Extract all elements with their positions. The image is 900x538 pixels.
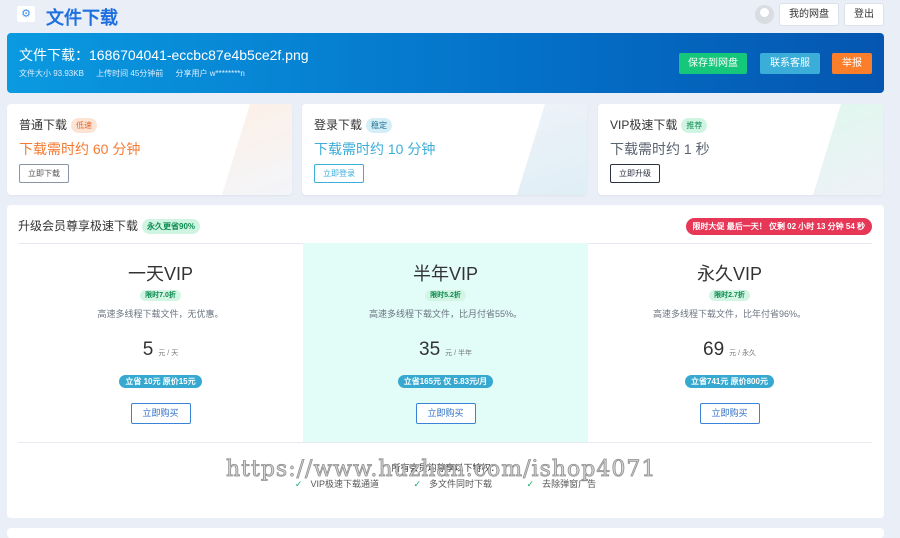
savings-badge: 立省 10元 原价15元 (119, 375, 202, 388)
download-time: 下载需时约 60 分钟 (19, 141, 141, 157)
discount-badge: 限时5.2折 (425, 290, 466, 301)
file-name-label: 文件下载： (19, 47, 89, 63)
upgrade-panel: 升级会员尊享极速下载 永久更省90% 限时大促 最后一天！ 仅剩 02 小时 13… (7, 205, 884, 518)
file-size: 文件大小 93.93KB (19, 69, 84, 78)
plan-desc: 高速多线程下载文件，无优惠。 (97, 309, 224, 319)
price-unit: 元 / 天 (158, 350, 179, 357)
perks-list: ✓ VIP极速下载通道 ✓ 多文件同时下载 ✓ 去除弹窗广告 (7, 477, 884, 490)
plan-price: 69 (703, 339, 725, 360)
plan-name: 一天VIP (127, 264, 193, 284)
card-title: 普通下载 (19, 118, 68, 132)
buy-button[interactable]: 立即购买 (130, 403, 191, 424)
speed-badge: 稳定 (366, 118, 393, 133)
save-badge: 永久更省90% (142, 219, 201, 234)
card-title: 登录下载 (314, 118, 363, 132)
plan-one-day: 一天VIP 限时7.0折 高速多线程下载文件，无优惠。 5 元 / 天 立省 10… (18, 243, 303, 442)
card-login-download: 登录下载 稳定 下载需时约 10 分钟 立即登录 (302, 104, 587, 195)
report-button[interactable]: 举报 (832, 53, 872, 74)
perk-item: ✓ VIP极速下载通道 (295, 479, 379, 489)
buy-button[interactable]: 立即购买 (415, 403, 476, 424)
logo-icon: ⚙ (17, 6, 35, 22)
promo-timer: 限时大促 最后一天！ 仅剩 02 小时 13 分钟 54 秒 (685, 218, 872, 235)
price-unit: 元 / 永久 (729, 350, 756, 357)
plan-permanent: 永久VIP 限时2.7折 高速多线程下载文件，比年付省96%。 69 元 / 永久… (587, 243, 872, 442)
login-now-button[interactable]: 立即登录 (314, 164, 364, 183)
download-time: 下载需时约 10 分钟 (314, 141, 436, 157)
perk-label: 多文件同时下载 (429, 479, 493, 489)
check-icon: ✓ (294, 479, 303, 489)
contact-support-button[interactable]: 联系客服 (760, 53, 820, 74)
my-disk-button[interactable]: 我的网盘 (779, 3, 839, 26)
card-title: VIP极速下载 (610, 118, 678, 132)
upload-time: 上传时间 45分钟前 (96, 69, 164, 78)
plan-name: 半年VIP (412, 264, 478, 284)
plan-half-year: 半年VIP 限时5.2折 高速多线程下载文件，比月付省55%。 35 元 / 半年… (303, 243, 588, 442)
divider (18, 442, 872, 443)
discount-badge: 限时2.7折 (709, 290, 750, 301)
check-icon: ✓ (526, 479, 535, 489)
perk-label: VIP极速下载通道 (310, 479, 379, 489)
savings-badge: 立省165元 仅 5.83元/月 (397, 375, 494, 388)
next-section (7, 528, 884, 538)
file-name-value: 1686704041-eccbc87e4b5ce2f.png (89, 47, 309, 63)
file-meta: 文件大小 93.93KB 上传时间 45分钟前 分享用户 w********n (19, 68, 255, 79)
file-name: 文件下载：1686704041-eccbc87e4b5ce2f.png (19, 45, 309, 65)
buy-button[interactable]: 立即购买 (699, 403, 760, 424)
save-to-disk-button[interactable]: 保存到网盘 (679, 53, 747, 74)
card-vip-download: VIP极速下载 推荐 下载需时约 1 秒 立即升级 (598, 104, 883, 195)
speed-badge: 推荐 (681, 118, 708, 133)
perks-title: 所有会员均尊享以下特权： (391, 463, 500, 473)
perk-label: 去除弹窗广告 (542, 479, 597, 489)
file-info-banner: 文件下载：1686704041-eccbc87e4b5ce2f.png 文件大小… (7, 33, 884, 93)
discount-badge: 限时7.0折 (140, 290, 181, 301)
plan-name: 永久VIP (696, 264, 762, 284)
top-header: ⚙ 文件下载 我的网盘 登出 (0, 0, 900, 28)
logout-button[interactable]: 登出 (844, 3, 884, 26)
check-icon: ✓ (413, 479, 422, 489)
plan-price: 5 (142, 339, 154, 360)
download-now-button[interactable]: 立即下载 (19, 164, 69, 183)
savings-badge: 立省741元 原价800元 (685, 375, 774, 388)
speed-badge: 低速 (71, 118, 98, 133)
plan-desc: 高速多线程下载文件，比月付省55%。 (368, 309, 522, 319)
card-normal-download: 普通下载 低速 下载需时约 60 分钟 立即下载 (7, 104, 292, 195)
perk-item: ✓ 多文件同时下载 (413, 479, 492, 489)
plan-price: 35 (419, 339, 441, 360)
plan-desc: 高速多线程下载文件，比年付省96%。 (652, 309, 806, 319)
upgrade-title: 升级会员尊享极速下载 (18, 219, 139, 233)
price-unit: 元 / 半年 (445, 350, 472, 357)
download-time: 下载需时约 1 秒 (610, 141, 710, 157)
page-title: 文件下载 (46, 8, 118, 28)
upgrade-now-button[interactable]: 立即升级 (610, 164, 660, 183)
avatar[interactable] (755, 5, 774, 24)
perk-item: ✓ 去除弹窗广告 (527, 479, 597, 489)
sharer: 分享用户 w********n (175, 69, 245, 78)
